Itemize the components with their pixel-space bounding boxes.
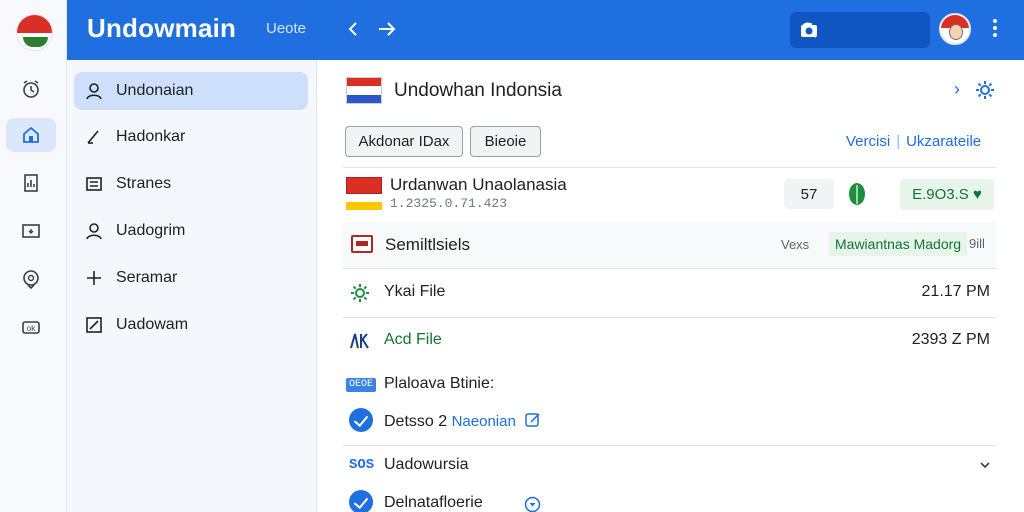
divider (343, 445, 996, 446)
more-menu-icon[interactable] (987, 16, 1003, 42)
chevron-down-icon[interactable] (978, 458, 992, 472)
edit-icon (87, 130, 99, 144)
entity-flag-icon (346, 177, 382, 210)
task-label: Detsso 2 (384, 413, 448, 430)
arrow-left-icon[interactable] (341, 17, 365, 41)
sos-tag: SOS (349, 457, 375, 473)
section-row[interactable]: Semiltlsiels Vexs Mawiantnas Madorg 9ill (343, 222, 996, 268)
sidebar-item-uadowam[interactable]: Uadowam (74, 306, 308, 344)
entity-title: Urdanwan Unaolanasia (390, 175, 567, 194)
primary-button[interactable]: Akdonar IDax (345, 126, 463, 157)
pin-icon (23, 270, 39, 290)
flag-icon (346, 77, 382, 104)
timer-icon (23, 80, 39, 98)
svg-text:ok: ok (27, 324, 36, 333)
sidebar-item-label: Uadogrim (116, 222, 186, 239)
leaf-icon (849, 183, 865, 205)
chart-icon (350, 333, 369, 349)
app-logo[interactable] (16, 14, 53, 51)
arrow-right-icon[interactable] (375, 17, 399, 41)
sidebar-item-label: Seramar (116, 269, 178, 286)
edit-box-icon (86, 317, 102, 333)
sidebar-item-label: Hadonkar (116, 128, 186, 145)
rail-home-button[interactable] (6, 118, 56, 152)
sidebar-item-hadonkar[interactable]: Hadonkar (74, 118, 308, 156)
home-icon (23, 126, 39, 143)
header-subtitle[interactable]: Ueote (266, 20, 306, 37)
sidebar-item-undonaian[interactable]: Undonaian (74, 72, 308, 110)
sidebar-item-label: Stranes (116, 175, 172, 192)
entity-subtitle: 1.2325.0.71.423 (390, 196, 508, 211)
sos-label: Uadowursia (384, 456, 469, 473)
person-icon (86, 223, 102, 240)
search-input[interactable] (790, 12, 930, 48)
main-panel: Undowhan Indonsia › Akdonar IDax Bieoie … (318, 60, 1024, 512)
sidebar: Undonaian Hadonkar Stranes Uadogrim Sera… (67, 60, 317, 512)
report-icon (24, 174, 38, 192)
file-time: 2393 Z PM (911, 331, 990, 348)
detail-link[interactable]: Ukzarateile (906, 133, 981, 150)
app-title: Undowmain (87, 13, 237, 43)
file-row[interactable]: Ykai File 21.17 PM (343, 270, 996, 316)
file-label: Ykai File (384, 283, 446, 300)
check-icon[interactable] (349, 408, 373, 432)
camera-icon[interactable] (800, 22, 818, 38)
chevron-right-icon[interactable]: › (954, 79, 960, 100)
rail-pin-button[interactable] (6, 262, 56, 296)
file-label: Acd File (384, 331, 442, 348)
sidebar-item-label: Undonaian (116, 82, 194, 99)
check-icon[interactable] (349, 490, 373, 512)
gear-icon[interactable] (974, 79, 996, 101)
count-badge: 57 (784, 179, 834, 209)
divider (343, 167, 996, 168)
sidebar-item-label: Uadowam (116, 316, 189, 333)
list-icon (86, 177, 102, 191)
rail-report-button[interactable] (6, 166, 56, 200)
secondary-button[interactable]: Bieoie (470, 126, 541, 157)
rail-download-button[interactable] (6, 214, 56, 248)
app-header: Undowmain Ueote (67, 0, 1024, 60)
plus-icon (87, 271, 101, 285)
avatar[interactable] (939, 13, 971, 45)
sidebar-item-uadogrim[interactable]: Uadogrim (74, 212, 308, 250)
section-tail: 9ill (969, 236, 985, 251)
sidebar-item-stranes[interactable]: Stranes (74, 165, 308, 203)
rail-ok-button[interactable]: ok (6, 310, 56, 344)
amount-badge: E.9O3.S ♥ (900, 179, 994, 210)
paragraph-label: Plaloava Btinie: (384, 375, 495, 392)
file-row[interactable]: Acd File 2393 Z PM (343, 318, 996, 364)
status-badge: Mawiantnas Madorg (829, 232, 968, 256)
download-icon (22, 224, 40, 238)
page-title: Undowhan Indonsia (394, 80, 562, 101)
card-icon (351, 235, 373, 253)
link-row: Vercisi | Ukzarateile (846, 133, 982, 150)
rail-timer-button[interactable] (6, 72, 56, 106)
file-time: 21.17 PM (921, 283, 990, 300)
app-rail: ok (0, 0, 67, 512)
ok-icon: ok (22, 321, 40, 334)
dropdown-circle-icon[interactable] (524, 496, 541, 512)
task-item: Detsso 2 Naeonian (384, 412, 541, 431)
gear-icon (351, 284, 369, 302)
version-link[interactable]: Vercisi (846, 133, 890, 150)
divider (343, 268, 996, 269)
task-label: Delnatafloerie (384, 494, 483, 511)
sidebar-item-seramar[interactable]: Seramar (74, 259, 308, 297)
edit-icon[interactable] (525, 412, 541, 428)
section-meta: Vexs (781, 237, 810, 252)
person-icon (86, 83, 102, 100)
paragraph-tag: OEOE (346, 378, 377, 392)
task-link[interactable]: Naeonian (452, 413, 516, 430)
section-label: Semiltlsiels (385, 235, 471, 254)
